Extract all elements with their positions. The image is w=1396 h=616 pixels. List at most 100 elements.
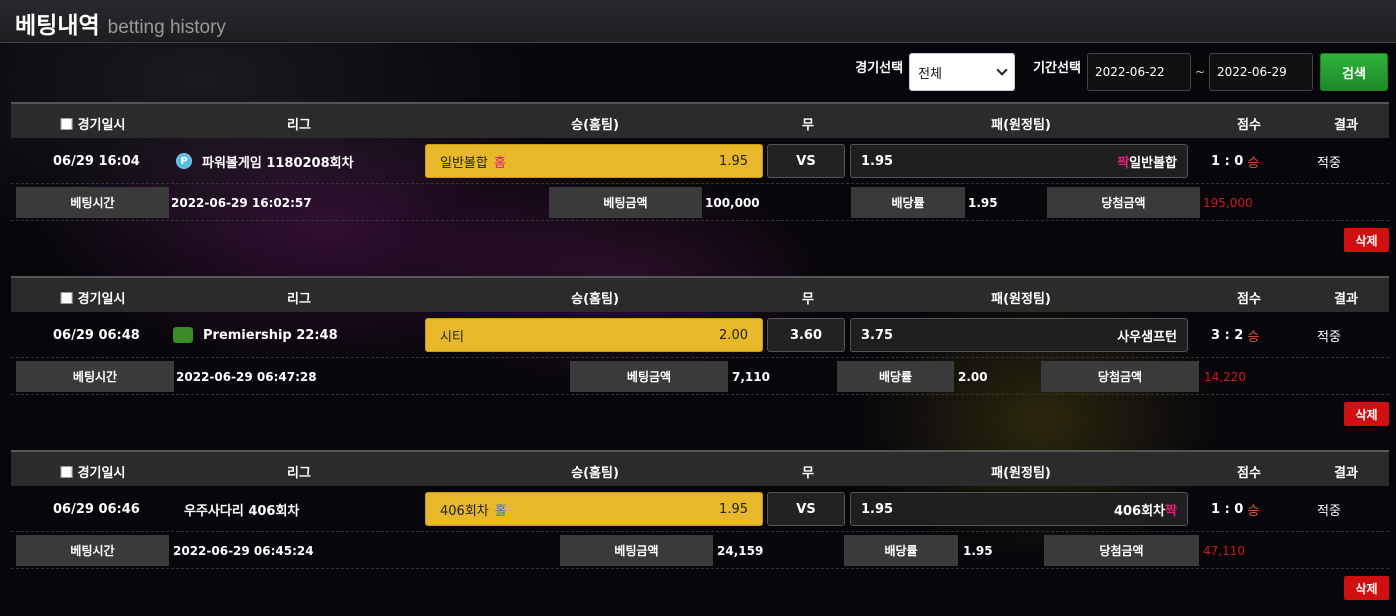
game-row: 06/29 06:46 우주사다리 406회차 406회차 홀 1.95 VS 1…	[11, 486, 1389, 532]
bet-amount-value: 7,110	[732, 369, 770, 384]
home-name: 406회차	[440, 503, 489, 519]
away-name: 사우샘프턴	[1117, 329, 1177, 345]
period-label: 기간선택	[1033, 60, 1081, 76]
away-tag: 짝	[1165, 503, 1177, 519]
odds-value: 2.00	[958, 369, 988, 384]
score-value: 1 : 0	[1211, 501, 1244, 517]
game-league: 우주사다리 406회차	[184, 503, 300, 519]
delete-button[interactable]: 삭제	[1344, 402, 1389, 426]
delete-button[interactable]: 삭제	[1344, 576, 1389, 600]
col-away: 패(원정팀)	[991, 292, 1051, 307]
away-name: 일반볼합	[1129, 155, 1177, 171]
col-away: 패(원정팀)	[991, 466, 1051, 481]
home-pick[interactable]: 406회차 홀 1.95	[425, 492, 763, 526]
home-name: 일반볼합	[440, 155, 488, 171]
score-value: 3 : 2	[1211, 327, 1244, 343]
game-datetime: 06/29 06:46	[53, 501, 140, 517]
info-row: 베팅시간 2022-06-29 06:45:24 베팅금액 24,159 배당률…	[11, 532, 1389, 569]
bet-amount-value: 100,000	[705, 195, 760, 210]
bet-time-label: 베팅시간	[16, 187, 169, 218]
col-score: 점수	[1237, 118, 1261, 133]
col-away: 패(원정팀)	[991, 118, 1051, 133]
away-pick[interactable]: 3.75 사우샘프턴	[850, 318, 1188, 352]
home-name-wrap: 일반볼합 홈	[440, 152, 506, 171]
bet-block: 경기일시 리그 승(홈팀) 무 패(원정팀) 점수 결과 06/29 06:48…	[11, 276, 1389, 445]
home-name: 시티	[440, 329, 464, 345]
win-amount-label: 당첨금액	[1047, 187, 1200, 218]
col-league: 리그	[287, 292, 311, 307]
select-checkbox[interactable]	[60, 292, 73, 304]
col-result: 결과	[1334, 292, 1358, 307]
date-to-input[interactable]: 2022-06-29	[1209, 53, 1313, 91]
win-amount-label: 당첨금액	[1041, 361, 1199, 392]
search-button[interactable]: 검색	[1320, 53, 1388, 91]
home-odds: 2.00	[719, 327, 748, 343]
page-title: 베팅내역	[15, 13, 100, 39]
game-select[interactable]: 전체	[909, 53, 1016, 91]
col-draw: 무	[802, 466, 814, 481]
col-result: 결과	[1334, 118, 1358, 133]
col-score: 점수	[1237, 466, 1261, 481]
result-status: 적중	[1317, 503, 1341, 519]
home-tag: 홀	[494, 503, 507, 519]
select-checkbox[interactable]	[60, 118, 73, 130]
odds-label: 배당률	[851, 187, 965, 218]
game-league: P 파워볼게임 1180208회차	[176, 138, 354, 184]
delete-button[interactable]: 삭제	[1344, 228, 1389, 252]
home-pick[interactable]: 시티 2.00	[425, 318, 763, 352]
powerball-icon: P	[176, 153, 192, 169]
col-home: 승(홈팀)	[571, 466, 619, 481]
away-pick[interactable]: 1.95 짝일반볼합	[850, 144, 1188, 178]
score-tag: 승	[1247, 503, 1260, 519]
bet-time-value: 2022-06-29 06:45:24	[173, 543, 314, 558]
bet-time-value: 2022-06-29 16:02:57	[171, 195, 312, 210]
home-tag: 홈	[493, 155, 506, 171]
info-row: 베팅시간 2022-06-29 16:02:57 베팅금액 100,000 배당…	[11, 184, 1389, 221]
col-home: 승(홈팀)	[571, 118, 619, 133]
win-amount-label: 당첨금액	[1044, 535, 1199, 566]
col-datetime: 경기일시	[60, 114, 125, 133]
col-result: 결과	[1334, 466, 1358, 481]
away-tag: 짝	[1117, 155, 1130, 171]
filter-bar: 경기선택 전체 기간선택 2022-06-22 ~ 2022-06-29 검색	[855, 53, 1388, 91]
away-name-wrap: 짝일반볼합	[1117, 152, 1177, 171]
col-draw: 무	[802, 292, 814, 307]
game-datetime: 06/29 06:48	[53, 327, 140, 343]
score-tag: 승	[1247, 155, 1260, 171]
away-name: 406회차	[1113, 503, 1166, 519]
draw-pick[interactable]: 3.60	[767, 318, 845, 352]
home-odds: 1.95	[719, 153, 748, 169]
score: 1 : 0승	[1211, 138, 1259, 184]
draw-pick[interactable]: VS	[767, 144, 845, 178]
action-row: 삭제	[11, 221, 1389, 271]
win-amount-value: 195,000	[1203, 195, 1253, 210]
select-checkbox[interactable]	[60, 466, 73, 478]
game-datetime: 06/29 16:04	[53, 153, 140, 169]
score: 1 : 0승	[1211, 486, 1259, 532]
bet-block: 경기일시 리그 승(홈팀) 무 패(원정팀) 점수 결과 06/29 06:46…	[11, 450, 1389, 616]
score-tag: 승	[1247, 329, 1260, 345]
home-name-wrap: 406회차 홀	[440, 500, 507, 519]
away-name-wrap: 406회차짝	[1114, 500, 1177, 519]
home-odds: 1.95	[719, 501, 748, 517]
game-row: 06/29 06:48 Premiership 22:48 시티 2.00 3.…	[11, 312, 1389, 358]
odds-value: 1.95	[963, 543, 993, 558]
column-header: 경기일시 리그 승(홈팀) 무 패(원정팀) 점수 결과	[11, 276, 1389, 312]
chevron-down-icon	[996, 64, 1008, 76]
away-odds: 3.75	[861, 327, 894, 343]
date-from-input[interactable]: 2022-06-22	[1086, 53, 1191, 91]
premiership-icon	[173, 327, 193, 343]
date-separator: ~	[1194, 65, 1205, 79]
bet-time-value: 2022-06-29 06:47:28	[176, 369, 317, 384]
bet-block: 경기일시 리그 승(홈팀) 무 패(원정팀) 점수 결과 06/29 16:04…	[11, 102, 1389, 271]
result-status: 적중	[1317, 329, 1341, 345]
home-pick[interactable]: 일반볼합 홈 1.95	[425, 144, 763, 178]
col-league: 리그	[287, 118, 311, 133]
league-name: 파워볼게임 1180208회차	[202, 155, 354, 171]
page-header: 베팅내역 betting history	[0, 0, 1396, 43]
bet-amount-label: 베팅금액	[560, 535, 713, 566]
draw-pick[interactable]: VS	[767, 492, 845, 526]
info-row: 베팅시간 2022-06-29 06:47:28 베팅금액 7,110 배당률 …	[11, 358, 1389, 395]
away-pick[interactable]: 1.95 406회차짝	[850, 492, 1188, 526]
col-datetime: 경기일시	[60, 462, 125, 481]
